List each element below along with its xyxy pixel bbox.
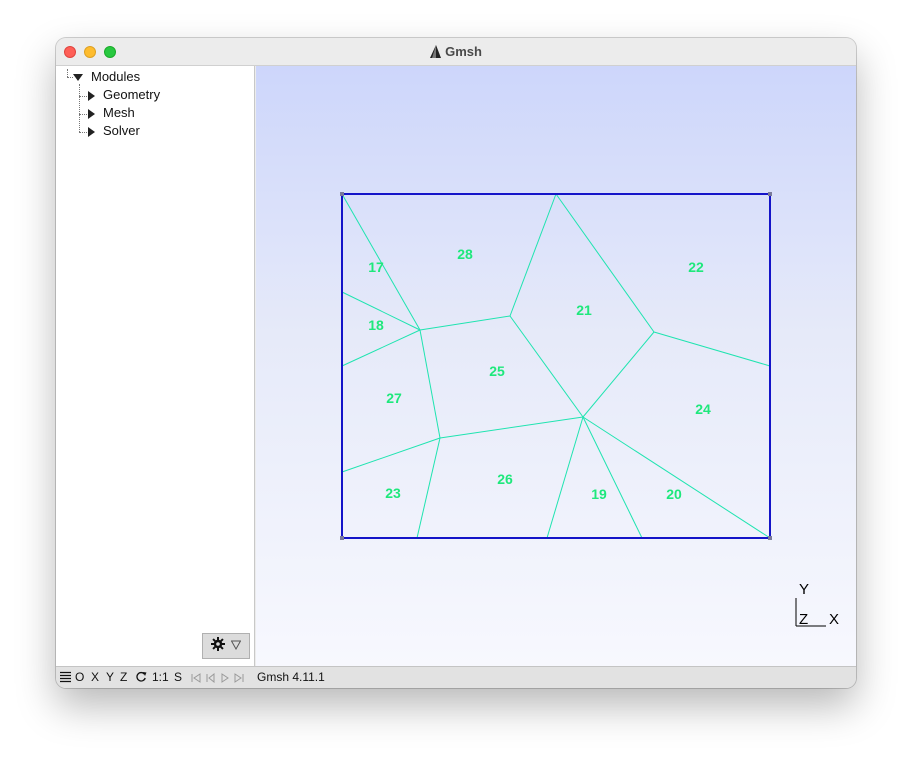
element-label: 17 xyxy=(368,259,384,275)
collapsed-triangle-icon[interactable] xyxy=(88,91,95,101)
mesh-edge xyxy=(419,315,511,331)
snapshot-button[interactable]: S xyxy=(174,670,182,684)
first-step-icon[interactable] xyxy=(191,672,201,686)
tree-connector xyxy=(79,96,87,97)
gmsh-window: Gmsh Modules Geometry Mesh Solver 17 28 … xyxy=(56,38,856,688)
gear-icon xyxy=(211,636,225,656)
graphics-viewport[interactable]: 17 28 22 18 21 25 27 24 23 26 19 20 Y Z … xyxy=(256,66,856,666)
view-origin-button[interactable]: O xyxy=(75,670,84,684)
axis-z-label: Z xyxy=(799,611,808,628)
element-label: 28 xyxy=(457,246,473,262)
mesh-canvas[interactable]: 17 28 22 18 21 25 27 24 23 26 19 20 Y Z … xyxy=(256,66,856,666)
view-x-button[interactable]: X xyxy=(91,670,99,684)
mesh-edge xyxy=(653,331,771,367)
element-label: 22 xyxy=(688,259,704,275)
element-label: 27 xyxy=(386,390,402,406)
tree-connector xyxy=(79,84,80,132)
mesh-edge xyxy=(582,416,643,539)
mesh-edge xyxy=(555,193,655,333)
mesh-edge xyxy=(582,331,655,418)
mesh-edge xyxy=(582,416,771,539)
collapsed-triangle-icon[interactable] xyxy=(88,109,95,119)
status-message: Gmsh 4.11.1 xyxy=(257,670,325,684)
tree-connector xyxy=(79,132,87,133)
menu-icon[interactable] xyxy=(60,671,71,686)
window-title: Gmsh xyxy=(445,44,482,59)
options-menu-button[interactable] xyxy=(202,633,250,659)
element-label: 24 xyxy=(695,401,711,417)
element-label: 26 xyxy=(497,471,513,487)
mesh-edges xyxy=(341,193,771,539)
tree-label-mesh: Mesh xyxy=(103,105,135,120)
tree-connector xyxy=(79,114,87,115)
axis-x-label: X xyxy=(829,611,839,628)
mesh-edge xyxy=(509,193,557,317)
element-label: 23 xyxy=(385,485,401,501)
element-label: 19 xyxy=(591,486,607,502)
corner-point xyxy=(768,536,772,540)
axes-triad: Y Z X xyxy=(795,581,839,628)
tree-label-geometry: Geometry xyxy=(103,87,161,102)
play-icon[interactable] xyxy=(221,672,229,686)
domain-boundary xyxy=(341,193,771,539)
element-label: 18 xyxy=(368,317,384,333)
view-z-button[interactable]: Z xyxy=(120,670,127,684)
gmsh-logo-icon xyxy=(430,45,442,61)
module-tree-panel: Modules Geometry Mesh Solver xyxy=(56,66,255,666)
next-step-icon[interactable] xyxy=(234,672,246,686)
tree-connector xyxy=(67,69,68,77)
mesh-edge xyxy=(341,329,421,367)
mesh-edge xyxy=(341,437,441,473)
status-bar: O X Y Z 1:1 S Gmsh 4.11.1 xyxy=(56,666,856,688)
mesh-edge xyxy=(416,437,441,539)
expanded-triangle-icon[interactable] xyxy=(73,74,83,81)
mesh-edge xyxy=(419,329,441,439)
window-title-container: Gmsh xyxy=(56,44,856,61)
corner-points xyxy=(340,192,772,540)
scale-button[interactable]: 1:1 xyxy=(152,670,169,684)
element-label: 21 xyxy=(576,302,592,318)
mesh-edge xyxy=(509,315,584,418)
corner-point xyxy=(768,192,772,196)
rotate-icon[interactable] xyxy=(135,671,147,686)
previous-step-icon[interactable] xyxy=(205,672,215,686)
mesh-edge xyxy=(439,416,584,439)
tree-label-solver: Solver xyxy=(103,123,140,138)
mesh-edge xyxy=(546,416,584,539)
corner-point xyxy=(340,536,344,540)
element-label: 20 xyxy=(666,486,682,502)
element-label: 25 xyxy=(489,363,505,379)
title-bar: Gmsh xyxy=(56,38,856,66)
collapsed-triangle-icon[interactable] xyxy=(88,127,95,137)
corner-point xyxy=(340,192,344,196)
tree-label-modules: Modules xyxy=(91,69,141,84)
axis-y-label: Y xyxy=(799,581,809,598)
view-y-button[interactable]: Y xyxy=(106,670,114,684)
dropdown-triangle-icon xyxy=(230,637,242,655)
